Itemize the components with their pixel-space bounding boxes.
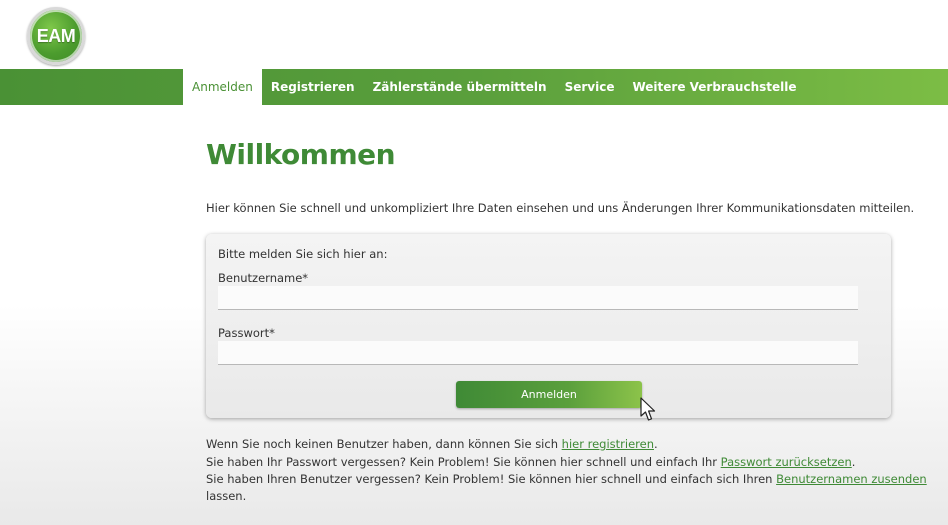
reset-password-link[interactable]: Passwort zurücksetzen: [721, 455, 852, 469]
username-help-text: Sie haben Ihren Benutzer vergessen? Kein…: [206, 472, 773, 486]
intro-text: Hier können Sie schnell und unkomplizier…: [206, 201, 915, 215]
eam-logo[interactable]: EAM: [27, 7, 85, 65]
nav-item-weitere-verbrauchstelle[interactable]: Weitere Verbrauchstelle: [623, 69, 805, 105]
login-button[interactable]: Anmelden: [456, 381, 642, 408]
login-prompt: Bitte melden Sie sich hier an:: [218, 247, 388, 261]
password-input[interactable]: [218, 341, 858, 365]
nav-item-service[interactable]: Service: [556, 69, 624, 105]
password-label: Passwort*: [218, 326, 275, 340]
nav-item-registrieren[interactable]: Registrieren: [262, 69, 364, 105]
mouse-pointer-icon: [640, 397, 656, 421]
page-title: Willkommen: [206, 138, 396, 171]
username-input[interactable]: [218, 286, 858, 310]
password-help: Sie haben Ihr Passwort vergessen? Kein P…: [206, 455, 855, 469]
main-navigation: Anmelden Registrieren Zählerstände überm…: [0, 69, 948, 105]
nav-item-anmelden[interactable]: Anmelden: [183, 69, 262, 105]
header: EAM: [0, 0, 948, 70]
send-username-link[interactable]: Benutzernamen zusenden: [776, 472, 927, 486]
register-help: Wenn Sie noch keinen Benutzer haben, dan…: [206, 437, 658, 451]
nav-item-zaehlerstaende[interactable]: Zählerstände übermitteln: [364, 69, 556, 105]
register-help-text: Wenn Sie noch keinen Benutzer haben, dan…: [206, 437, 558, 451]
password-help-end: .: [851, 455, 856, 469]
register-link[interactable]: hier registrieren: [562, 437, 654, 451]
username-help: Sie haben Ihren Benutzer vergessen? Kein…: [206, 472, 927, 486]
username-help-end: lassen.: [206, 489, 247, 503]
logo-text: EAM: [36, 25, 76, 46]
register-help-end: .: [653, 437, 658, 451]
password-help-text: Sie haben Ihr Passwort vergessen? Kein P…: [206, 455, 718, 469]
username-label: Benutzername*: [218, 271, 309, 285]
login-form: Bitte melden Sie sich hier an: Benutzern…: [206, 234, 891, 418]
